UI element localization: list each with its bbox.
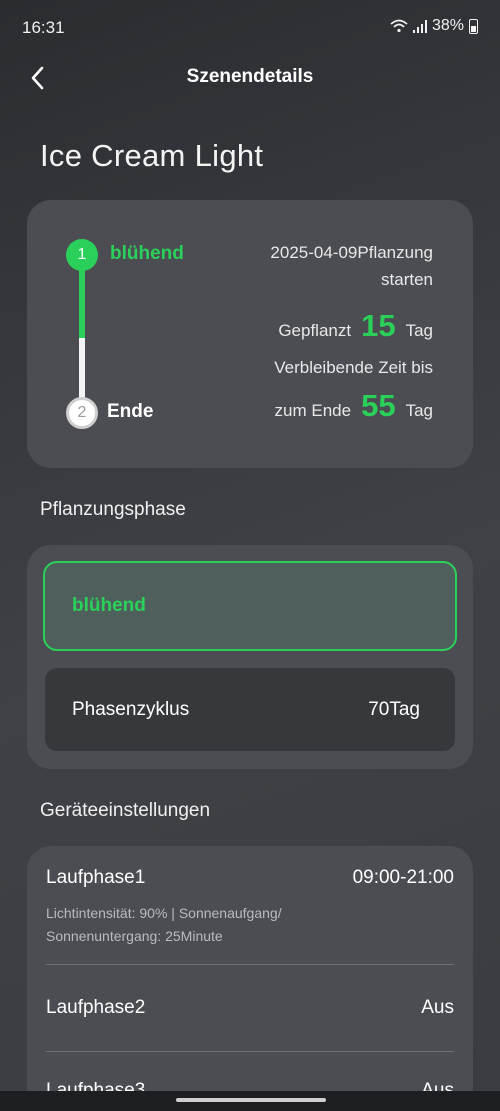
page-title: Szenendetails — [186, 66, 314, 87]
run-phase-2-name[interactable]: Laufphase2 — [46, 997, 145, 1019]
step-1-label: blühend — [110, 243, 184, 264]
phase-cycle-label: Phasenzyklus — [72, 699, 190, 720]
remaining-days: 55 — [361, 388, 396, 423]
run-phase-1-name[interactable]: Laufphase1 — [46, 867, 145, 889]
phase-option-label: blühend — [72, 595, 146, 616]
remaining-unit: Tag — [405, 401, 433, 420]
planted-unit: Tag — [405, 321, 433, 340]
remaining-label: zum Ende — [274, 401, 352, 420]
phase-section-title: Pflanzungsphase — [40, 499, 186, 520]
battery-percent: 38% — [431, 17, 464, 34]
home-handle[interactable] — [176, 1098, 326, 1102]
planted-label: Gepflanzt — [278, 321, 352, 340]
divider — [46, 1051, 454, 1052]
run-phase-2-status[interactable]: Aus — [421, 997, 454, 1019]
status-time: 16:31 — [22, 18, 65, 37]
remaining-time-label: Verbleibende Zeit bis — [274, 358, 433, 377]
phase-cycle-value: 70Tag — [368, 699, 420, 720]
remaining-days-row: zum Ende 55 Tag — [275, 388, 433, 424]
planting-start-date: 2025-04-09Pflanzung — [270, 243, 433, 262]
planting-start-label: starten — [381, 270, 433, 289]
step-2-label: Ende — [107, 401, 154, 422]
planted-days: 15 — [361, 308, 396, 343]
device-section-title: Geräteeinstellungen — [40, 800, 211, 821]
run-phase-1-time[interactable]: 09:00-21:00 — [353, 867, 454, 889]
battery-icon — [469, 18, 478, 34]
status-icons: 38% — [390, 17, 478, 35]
run-phase-1-detail: Lichtintensität: 90% | Sonnenaufgang/ So… — [46, 905, 282, 944]
wifi-icon — [390, 19, 408, 33]
signal-icon — [412, 19, 427, 33]
progress-line-completed — [79, 270, 85, 338]
progress-line-remaining — [79, 338, 85, 402]
step-1-circle: 1 — [66, 239, 98, 271]
scene-name: Ice Cream Light — [40, 138, 264, 173]
step-2-circle: 2 — [66, 397, 98, 429]
planted-days-row: Gepflanzt 15 Tag — [278, 308, 433, 344]
divider — [46, 964, 454, 965]
